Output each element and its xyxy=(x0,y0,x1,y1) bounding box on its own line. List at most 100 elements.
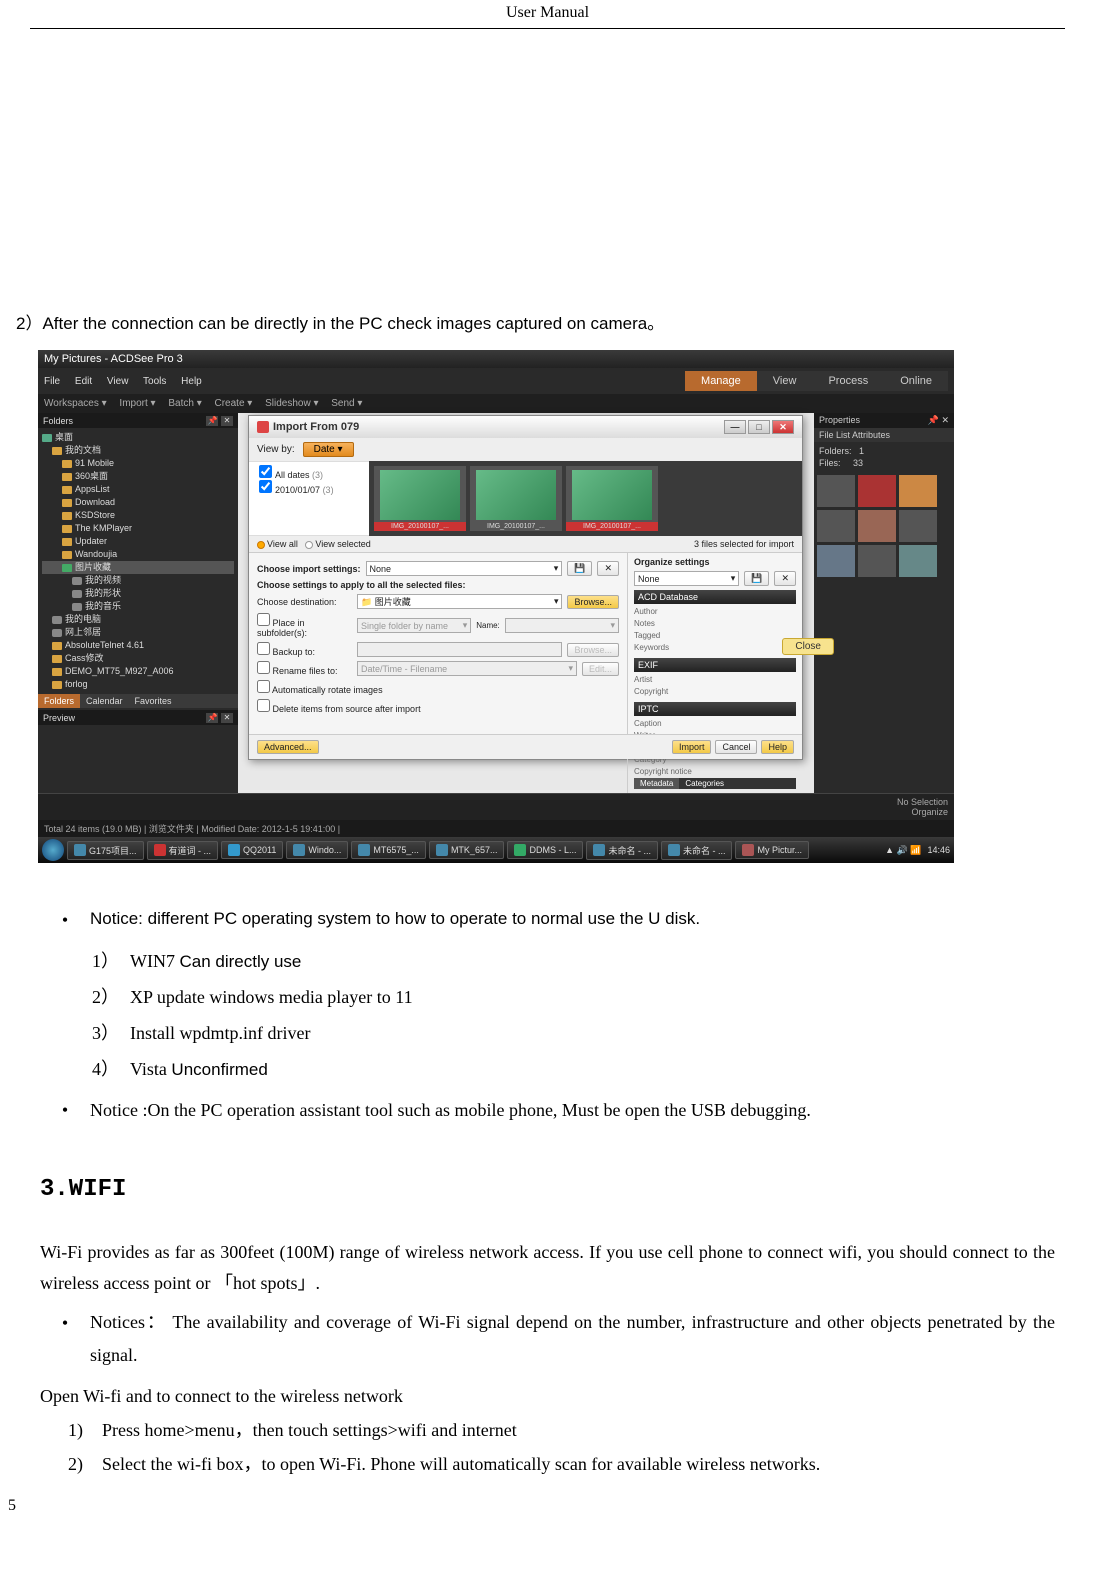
view-selected[interactable]: View selected xyxy=(315,539,370,549)
menu-file[interactable]: File xyxy=(44,376,60,387)
rp-thumb[interactable] xyxy=(899,475,937,507)
viewby-button[interactable]: Date ▾ xyxy=(303,442,354,457)
metadata-tab[interactable]: Metadata xyxy=(634,778,679,789)
save-icon[interactable]: 💾 xyxy=(567,561,592,576)
menu-edit[interactable]: Edit xyxy=(75,376,92,387)
iptc-header: IPTC xyxy=(634,702,796,716)
taskbar-item[interactable]: 有道词 - ... xyxy=(147,841,219,860)
btn-batch[interactable]: Batch ▾ xyxy=(168,398,201,409)
selected-info: 3 files selected for import xyxy=(694,539,794,549)
close-props-icon[interactable]: ✕ xyxy=(941,415,949,425)
pin-icon[interactable]: 📌 xyxy=(206,416,218,426)
tab-view[interactable]: View xyxy=(757,371,813,391)
acdsee-screenshot: My Pictures - ACDSee Pro 3 File Edit Vie… xyxy=(38,350,954,863)
import-settings-select[interactable]: None▾ xyxy=(366,561,563,576)
statusbar: Total 24 items (19.0 MB) | 浏览文件夹 | Modif… xyxy=(38,820,954,837)
tray-icons[interactable]: ▲ 🔊 📶 xyxy=(885,845,921,856)
taskbar-item[interactable]: Windo... xyxy=(286,841,348,859)
organize-label: Organize settings xyxy=(634,557,796,567)
view-all[interactable]: View all xyxy=(267,539,298,549)
taskbar-item[interactable]: G175项目... xyxy=(67,841,144,860)
pin-icon[interactable]: 📌 xyxy=(206,713,218,723)
menubar: File Edit View Tools Help Manage View Pr… xyxy=(38,368,954,394)
tab-folders[interactable]: Folders xyxy=(38,694,80,708)
taskbar-item[interactable]: MTK_657... xyxy=(429,841,505,859)
close-panel-icon[interactable]: ✕ xyxy=(221,416,233,426)
rp-thumb[interactable] xyxy=(817,475,855,507)
tab-calendar[interactable]: Calendar xyxy=(80,694,129,708)
close-icon[interactable]: ✕ xyxy=(772,420,794,434)
btn-slideshow[interactable]: Slideshow ▾ xyxy=(265,398,318,409)
filter-date[interactable]: 2010/01/07 (3) xyxy=(259,480,359,495)
filter-all[interactable]: All dates (3) xyxy=(259,465,359,480)
taskbar-item[interactable]: 未命名 - ... xyxy=(661,841,733,860)
dest-label: Choose destination: xyxy=(257,597,352,607)
auto-rotate-check xyxy=(257,680,270,693)
pin-icon[interactable]: 📌 xyxy=(928,415,939,425)
btn-send[interactable]: Send ▾ xyxy=(331,398,362,409)
tray-time: 14:46 xyxy=(927,845,950,855)
browse-button[interactable]: Browse... xyxy=(567,595,619,609)
rp-thumb[interactable] xyxy=(858,545,896,577)
taskbar-item[interactable]: DDMS - L... xyxy=(507,841,583,859)
rp-thumb[interactable] xyxy=(899,545,937,577)
start-button[interactable] xyxy=(42,839,64,861)
btn-workspaces[interactable]: Workspaces ▾ xyxy=(44,398,107,409)
file-attrs-header: File List Attributes xyxy=(814,428,954,442)
import-button[interactable]: Import xyxy=(672,740,712,754)
menu-view[interactable]: View xyxy=(107,376,129,387)
rename-select: Date/Time - Filename▾ xyxy=(357,661,577,676)
org-del-icon[interactable]: ✕ xyxy=(774,571,796,586)
organize-select[interactable]: None▾ xyxy=(634,571,739,586)
subfolder-check xyxy=(257,613,270,626)
rename-check xyxy=(257,661,270,674)
apply-label: Choose settings to apply to all the sele… xyxy=(257,580,619,590)
bullet-icon: • xyxy=(40,1306,90,1373)
minimize-icon[interactable]: — xyxy=(724,420,746,434)
subname-input: ▾ xyxy=(505,618,619,633)
org-save-icon[interactable]: 💾 xyxy=(744,571,769,586)
thumb-1[interactable]: IMG_20100107_... xyxy=(374,466,466,531)
taskbar-item[interactable]: 未命名 - ... xyxy=(586,841,658,860)
page-number: 5 xyxy=(8,1497,16,1515)
rp-thumb[interactable] xyxy=(817,510,855,542)
rp-thumb[interactable] xyxy=(858,475,896,507)
toolbar: Workspaces ▾ Import ▾ Batch ▾ Create ▾ S… xyxy=(38,394,954,413)
menu-tools[interactable]: Tools xyxy=(143,376,166,387)
tab-process[interactable]: Process xyxy=(812,371,884,391)
tab-favorites[interactable]: Favorites xyxy=(129,694,178,708)
categories-tab[interactable]: Categories xyxy=(679,778,730,789)
open-wifi-heading: Open Wi-fi and to connect to the wireles… xyxy=(40,1379,1055,1413)
dest-select[interactable]: 📁 图片收藏▾ xyxy=(357,594,562,609)
help-button[interactable]: Help xyxy=(761,740,794,754)
edit-button: Edit... xyxy=(582,662,619,676)
tab-online[interactable]: Online xyxy=(884,371,948,391)
rp-thumb[interactable] xyxy=(817,545,855,577)
taskbar: G175项目... 有道词 - ... QQ2011 Windo... MT65… xyxy=(38,837,954,863)
advanced-button[interactable]: Advanced... xyxy=(257,740,319,754)
subfolder-select: Single folder by name▾ xyxy=(357,618,471,633)
cancel-button[interactable]: Cancel xyxy=(715,740,757,754)
wifi-notice: Notices： The availability and coverage o… xyxy=(90,1306,1055,1373)
maximize-icon[interactable]: □ xyxy=(748,420,770,434)
folders-title: Folders xyxy=(43,416,73,426)
taskbar-item[interactable]: QQ2011 xyxy=(221,841,283,859)
notice-usb-debug: Notice :On the PC operation assistant to… xyxy=(90,1093,1055,1127)
page-header: User Manual xyxy=(30,0,1065,29)
delete-icon[interactable]: ✕ xyxy=(597,561,619,576)
close-preview-icon[interactable]: ✕ xyxy=(221,713,233,723)
taskbar-item[interactable]: MT6575_... xyxy=(351,841,426,859)
taskbar-item[interactable]: My Pictur... xyxy=(735,841,809,859)
btn-create[interactable]: Create ▾ xyxy=(215,398,253,409)
close-button[interactable]: Close xyxy=(782,638,834,655)
btn-import[interactable]: Import ▾ xyxy=(119,398,155,409)
thumb-3[interactable]: IMG_20100107_... xyxy=(566,466,658,531)
no-selection: No Selection xyxy=(897,797,948,807)
notice-udisk: Notice: different PC operating system to… xyxy=(90,903,1055,937)
tab-manage[interactable]: Manage xyxy=(685,371,757,391)
folder-tree[interactable]: 桌面 我的文档 91 Mobile 360桌面 AppsList Downloa… xyxy=(38,428,238,694)
thumb-2[interactable]: IMG_20100107_... xyxy=(470,466,562,531)
rp-thumb[interactable] xyxy=(858,510,896,542)
rp-thumb[interactable] xyxy=(899,510,937,542)
menu-help[interactable]: Help xyxy=(181,376,202,387)
